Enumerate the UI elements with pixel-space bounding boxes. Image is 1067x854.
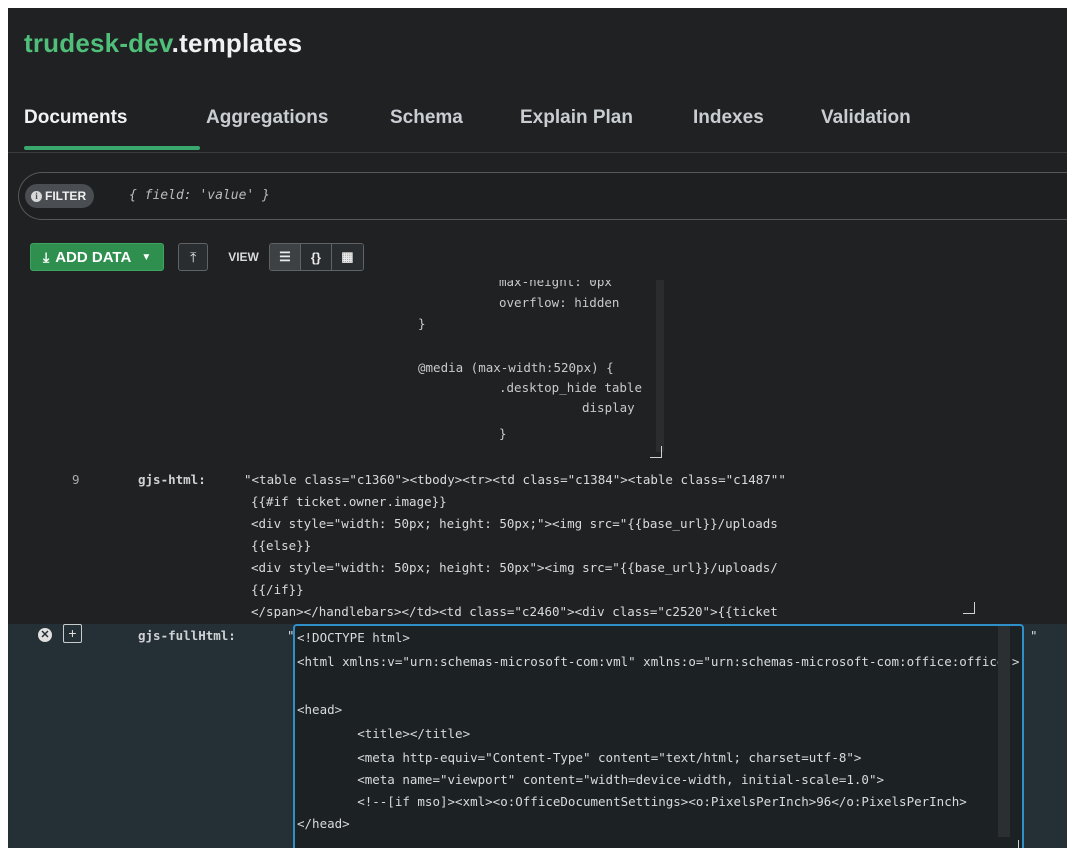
collection-tabs: Documents Aggregations Schema Explain Pl… xyxy=(24,104,941,154)
document-view: max-height: 0px overflow: hidden } @medi… xyxy=(8,280,1067,848)
upload-icon: ⤒ xyxy=(190,248,197,265)
tab-indexes[interactable]: Indexes xyxy=(693,104,811,154)
filter-label: FILTER xyxy=(45,189,87,203)
json-view-button[interactable]: {} xyxy=(300,244,332,270)
code-line: <meta http-equiv="Content-Type" content=… xyxy=(297,750,862,765)
code-line: @media (max-width:520px) { xyxy=(418,360,614,375)
gjs-html-value[interactable]: "<table class="c1360"><tbody><tr><td cla… xyxy=(244,468,979,618)
view-label: VIEW xyxy=(228,250,259,264)
collection-name: .templates xyxy=(171,28,303,58)
code-line: overflow: hidden xyxy=(499,295,620,310)
app-window: trudesk-dev.templates Documents Aggregat… xyxy=(8,8,1067,848)
code-line: .desktop_hide table xyxy=(499,380,642,395)
add-data-label: ADD DATA xyxy=(55,248,132,266)
collection-title: trudesk-dev.templates xyxy=(24,28,302,59)
list-view-button[interactable]: ☰ xyxy=(269,244,301,270)
database-name: trudesk-dev xyxy=(24,28,172,58)
fullhtml-editor[interactable]: <!DOCTYPE html> <html xmlns:v="urn:schem… xyxy=(293,624,1024,848)
code-line: <html xmlns:v="urn:schemas-microsoft-com… xyxy=(297,654,1020,669)
code-line: </head> xyxy=(297,816,350,831)
code-line: <div style="width: 50px; height: 50px"><… xyxy=(251,560,778,575)
code-line: {{/if}} xyxy=(251,582,304,597)
tabs-divider xyxy=(8,152,1067,153)
tab-explain-plan[interactable]: Explain Plan xyxy=(520,104,683,154)
tab-schema[interactable]: Schema xyxy=(390,104,510,154)
documents-toolbar: ⤓ ADD DATA ▼ ⤒ VIEW ☰ {} ▦ xyxy=(30,242,364,272)
code-line: <head> xyxy=(297,702,343,717)
tab-validation[interactable]: Validation xyxy=(821,104,931,154)
code-line: display xyxy=(582,400,635,415)
braces-icon: {} xyxy=(310,249,321,265)
table-view-button[interactable]: ▦ xyxy=(331,244,363,270)
css-editor-scrollbar[interactable] xyxy=(656,280,664,452)
resize-handle[interactable] xyxy=(1007,840,1019,848)
code-line: } xyxy=(499,426,507,441)
table-icon: ▦ xyxy=(341,249,354,264)
code-line: <title></title> xyxy=(297,726,471,741)
code-line: <!DOCTYPE html> xyxy=(297,630,410,645)
filter-badge[interactable]: i FILTER xyxy=(25,184,95,208)
code-line: "<table class="c1360"><tbody><tr><td cla… xyxy=(244,472,786,487)
resize-handle[interactable] xyxy=(963,602,975,614)
code-line: max-height: 0px xyxy=(499,280,612,289)
code-line: </span></handlebars></td><td class="c246… xyxy=(251,604,778,618)
add-data-button[interactable]: ⤓ ADD DATA ▼ xyxy=(30,243,165,271)
resize-handle[interactable] xyxy=(650,446,662,458)
filter-bar[interactable]: i FILTER { field: 'value' } xyxy=(18,172,1067,220)
css-value-editor[interactable]: max-height: 0px overflow: hidden } @medi… xyxy=(245,280,655,452)
close-quote: " xyxy=(1030,628,1038,643)
caret-down-icon: ▼ xyxy=(141,251,152,263)
remove-field-icon[interactable]: ✕ xyxy=(38,628,52,642)
download-icon: ⤓ xyxy=(43,248,50,265)
code-line: <meta name="viewport" content="width=dev… xyxy=(297,772,884,787)
code-line: <!--[if mso]><xml><o:OfficeDocumentSetti… xyxy=(297,794,967,809)
filter-input[interactable]: { field: 'value' } xyxy=(129,188,270,203)
add-field-icon[interactable]: + xyxy=(63,624,82,643)
tab-documents[interactable]: Documents xyxy=(24,104,200,154)
code-line: {{else}} xyxy=(251,538,312,553)
code-line: {{#if ticket.owner.image}} xyxy=(251,494,447,509)
code-line: } xyxy=(418,316,426,331)
code-line: <div style="width: 50px; height: 50px;">… xyxy=(251,516,778,531)
list-icon: ☰ xyxy=(279,249,291,264)
info-icon: i xyxy=(31,190,42,202)
view-toggle-group: ☰ {} ▦ xyxy=(268,243,364,271)
export-button[interactable]: ⤒ xyxy=(178,243,209,271)
field-key-gjs-html: gjs-html: xyxy=(138,472,206,487)
field-key-gjs-fullhtml: gjs-fullHtml: xyxy=(138,628,236,643)
editor-scrollbar[interactable] xyxy=(998,626,1010,837)
line-number: 9 xyxy=(72,472,80,487)
tab-aggregations[interactable]: Aggregations xyxy=(206,104,380,154)
